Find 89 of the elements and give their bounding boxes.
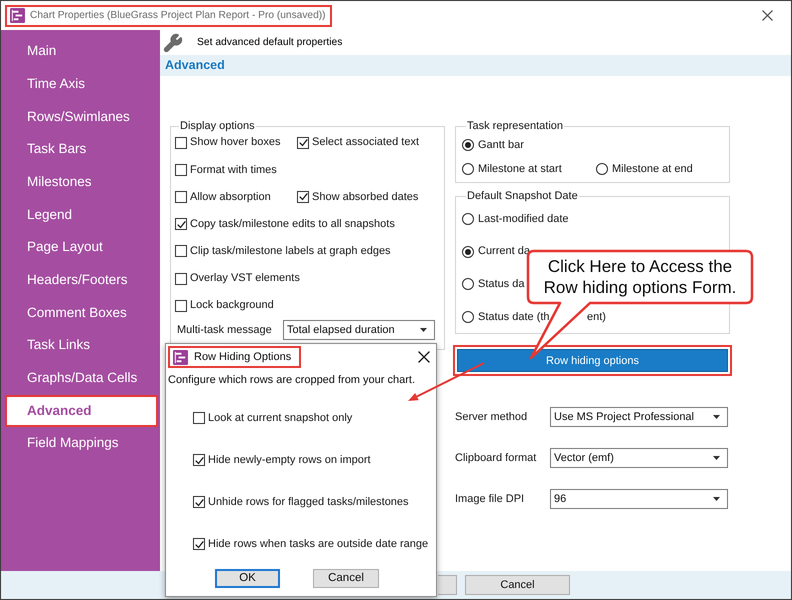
checkbox-label: Show absorbed dates	[312, 190, 418, 205]
sidebar-item[interactable]: Headers/Footers	[1, 264, 160, 296]
ok-button[interactable]: OK	[215, 569, 280, 588]
checkbox[interactable]	[297, 136, 309, 149]
checkbox-label: Clip task/milestone labels at graph edges	[190, 244, 391, 260]
group-label: Display options	[179, 120, 256, 133]
close-icon[interactable]	[418, 351, 430, 363]
checkbox[interactable]	[175, 218, 187, 230]
radio-button[interactable]	[462, 278, 474, 290]
checkmark-icon	[298, 192, 308, 202]
page-subtitle: Set advanced default properties	[197, 36, 342, 50]
radio-label: Status date (th	[478, 310, 550, 325]
dropdown[interactable]: Use MS Project Professional	[550, 407, 728, 428]
row-hiding-options-button[interactable]: Row hiding options	[457, 349, 728, 372]
sidebar-item[interactable]: Time Axis	[1, 68, 160, 100]
wrench-icon	[163, 32, 183, 52]
group-label: Task representation	[466, 120, 564, 133]
sidebar-item[interactable]: Milestones	[1, 166, 160, 198]
checkbox-label: Unhide rows for flagged tasks/milestones	[208, 494, 409, 510]
sidebar-item[interactable]: Page Layout	[1, 231, 160, 264]
checkbox-label: Lock background	[190, 298, 274, 314]
section-header: Advanced	[160, 55, 791, 76]
sidebar-item[interactable]: Graphs/Data Cells	[1, 362, 160, 395]
cancel-button[interactable]: Cancel	[313, 569, 379, 588]
radio-button[interactable]	[462, 212, 474, 225]
checkbox[interactable]	[175, 245, 187, 258]
checkmark-icon	[194, 456, 204, 464]
checkbox[interactable]	[193, 454, 205, 466]
sidebar-item[interactable]: Advanced	[7, 396, 156, 426]
app-icon	[10, 8, 25, 23]
caret-icon	[713, 456, 720, 460]
radio-button[interactable]	[596, 163, 608, 175]
sidebar-item[interactable]: Task Links	[1, 329, 160, 362]
caret-icon	[713, 497, 720, 502]
checkmark-icon	[176, 220, 186, 229]
checkbox[interactable]	[175, 300, 187, 312]
dropdown[interactable]: 96	[550, 489, 728, 510]
caret-icon	[713, 415, 720, 420]
checkbox[interactable]	[175, 136, 187, 149]
dropdown[interactable]: Total elapsed duration	[283, 320, 435, 340]
sidebar-item[interactable]: Task Bars	[1, 133, 160, 166]
close-icon[interactable]	[762, 10, 773, 21]
checkbox[interactable]	[193, 538, 205, 550]
checkmark-icon	[194, 498, 204, 506]
radio-label: Status da	[478, 276, 524, 292]
field-label: Server method	[455, 410, 528, 425]
checkbox-label: Show hover boxes	[190, 135, 280, 150]
field-label: Clipboard format	[455, 451, 536, 466]
radio-label: Milestone at end	[612, 162, 693, 177]
app-icon	[173, 350, 188, 364]
checkbox-label: Hide newly-empty rows on import	[208, 452, 371, 468]
window-title: Chart Properties (BlueGrass Project Plan Report - Pro (unsaved))	[30, 8, 326, 23]
radio-label: Milestone at start	[478, 162, 562, 177]
checkbox[interactable]	[175, 164, 187, 176]
checkbox[interactable]	[175, 190, 187, 203]
checkbox[interactable]	[175, 272, 187, 285]
radio-button[interactable]	[462, 246, 474, 258]
radio-button[interactable]	[462, 163, 474, 175]
field-label: Multi-task message	[177, 323, 272, 338]
checkbox-label: Copy task/milestone edits to all snapshots	[190, 216, 395, 232]
checkbox-label: Overlay VST elements	[190, 271, 300, 286]
sidebar-item[interactable]: Field Mappings	[1, 427, 160, 460]
checkmark-icon	[194, 540, 204, 548]
radio-label: Last-modified date	[478, 212, 568, 227]
checkbox[interactable]	[193, 412, 205, 424]
dialog-title: Row Hiding Options	[194, 350, 292, 365]
caret-icon	[420, 328, 427, 332]
checkbox-label: Format with times	[190, 162, 277, 178]
checkbox-label: Look at current snapshot only	[208, 410, 352, 426]
checkbox-label: Allow absorption	[190, 190, 271, 205]
radio-button[interactable]	[462, 139, 474, 151]
dropdown[interactable]: Vector (emf)	[550, 448, 728, 468]
checkmark-icon	[298, 138, 308, 148]
checkbox-label: Select associated text	[312, 135, 420, 150]
checkbox-label: Hide rows when tasks are outside date range	[208, 536, 428, 552]
radio-label: ent)	[587, 310, 606, 325]
checkbox[interactable]	[297, 190, 309, 203]
dialog-description: Configure which rows are cropped from your chart.	[168, 373, 416, 387]
group-label: Default Snapshot Date	[466, 190, 579, 202]
checkbox[interactable]	[193, 496, 205, 508]
radio-button[interactable]	[462, 310, 474, 323]
sidebar-item[interactable]: Legend	[1, 198, 160, 232]
field-label: Image file DPI	[455, 492, 524, 507]
sidebar-item[interactable]: Rows/Swimlanes	[1, 100, 160, 134]
callout-text: Click Here to Access the Row hiding options Form.	[542, 256, 738, 298]
cancel-button[interactable]: Cancel	[465, 575, 570, 595]
radio-label: Gantt bar	[478, 138, 524, 153]
sidebar-item[interactable]: Main	[1, 35, 160, 68]
sidebar-item[interactable]: Comment Boxes	[1, 296, 160, 330]
